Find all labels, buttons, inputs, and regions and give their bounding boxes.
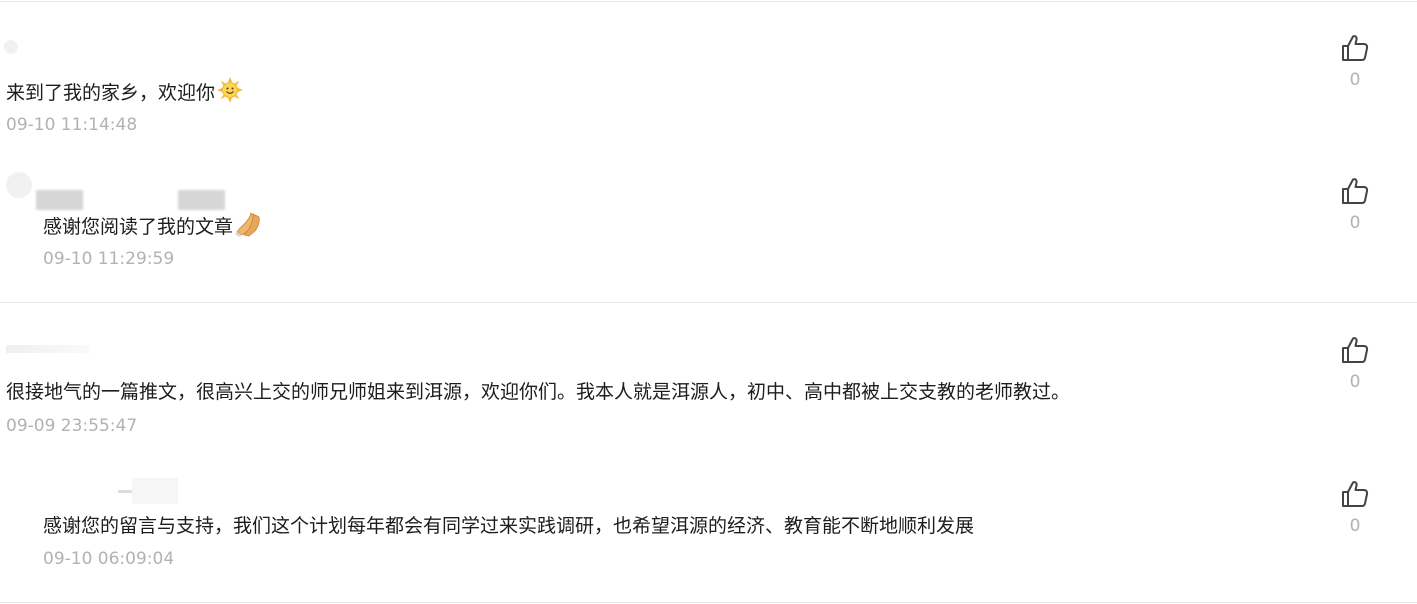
like-button[interactable]: 0 xyxy=(1338,335,1372,393)
comment-item: 来到了我的家乡，欢迎你 09-10 11:14:48 0 xyxy=(0,0,1417,150)
comment-time: 09-09 23:55:47 xyxy=(6,416,138,436)
reply-item: 感谢您的留言与支持，我们这个计划每年都会有同学过来实践调研，也希望洱源的经济、教… xyxy=(0,443,1417,603)
reply-text: 感谢您的留言与支持，我们这个计划每年都会有同学过来实践调研，也希望洱源的经济、教… xyxy=(43,515,975,537)
reply-item: 感谢您阅读了我的文章 09-10 11:29:59 0 xyxy=(0,150,1417,302)
like-count: 0 xyxy=(1349,213,1361,233)
like-count: 0 xyxy=(1349,70,1361,90)
sun-face-icon xyxy=(217,77,244,110)
author-name-blurred xyxy=(6,345,90,353)
reply-name-blurred xyxy=(178,190,225,210)
thumbs-up-icon[interactable] xyxy=(1340,479,1370,509)
comment-item: 很接地气的一篇推文，很高兴上交的师兄师姐来到洱源，欢迎你们。我本人就是洱源人，初… xyxy=(0,303,1417,443)
like-button[interactable]: 0 xyxy=(1338,479,1372,537)
bottom-divider xyxy=(0,602,1417,603)
reply-time: 09-10 11:29:59 xyxy=(43,249,175,269)
comment-time: 09-10 11:14:48 xyxy=(6,115,138,135)
comment-text: 来到了我的家乡，欢迎你 xyxy=(6,77,244,110)
reply-time: 09-10 06:09:04 xyxy=(43,549,175,569)
avatar xyxy=(4,40,18,54)
thumbs-up-icon[interactable] xyxy=(1340,176,1370,206)
reply-text-content: 感谢您阅读了我的文章 xyxy=(43,216,234,238)
author-name-blurred xyxy=(118,490,132,493)
thumbs-up-icon[interactable] xyxy=(1340,33,1370,63)
reply-text: 感谢您阅读了我的文章 xyxy=(43,211,263,244)
like-button[interactable]: 0 xyxy=(1338,33,1372,91)
like-button[interactable]: 0 xyxy=(1338,176,1372,234)
like-count: 0 xyxy=(1349,516,1361,536)
thumbs-up-icon[interactable] xyxy=(1340,335,1370,365)
avatar xyxy=(6,172,32,198)
comment-text: 很接地气的一篇推文，很高兴上交的师兄师姐来到洱源，欢迎你们。我本人就是洱源人，初… xyxy=(6,381,1071,403)
like-count: 0 xyxy=(1349,372,1361,392)
reply-avatar-blurred xyxy=(132,478,178,504)
praying-hands-icon xyxy=(235,211,263,244)
comment-text-content: 来到了我的家乡，欢迎你 xyxy=(6,82,216,104)
reply-avatar-blurred xyxy=(36,190,83,210)
